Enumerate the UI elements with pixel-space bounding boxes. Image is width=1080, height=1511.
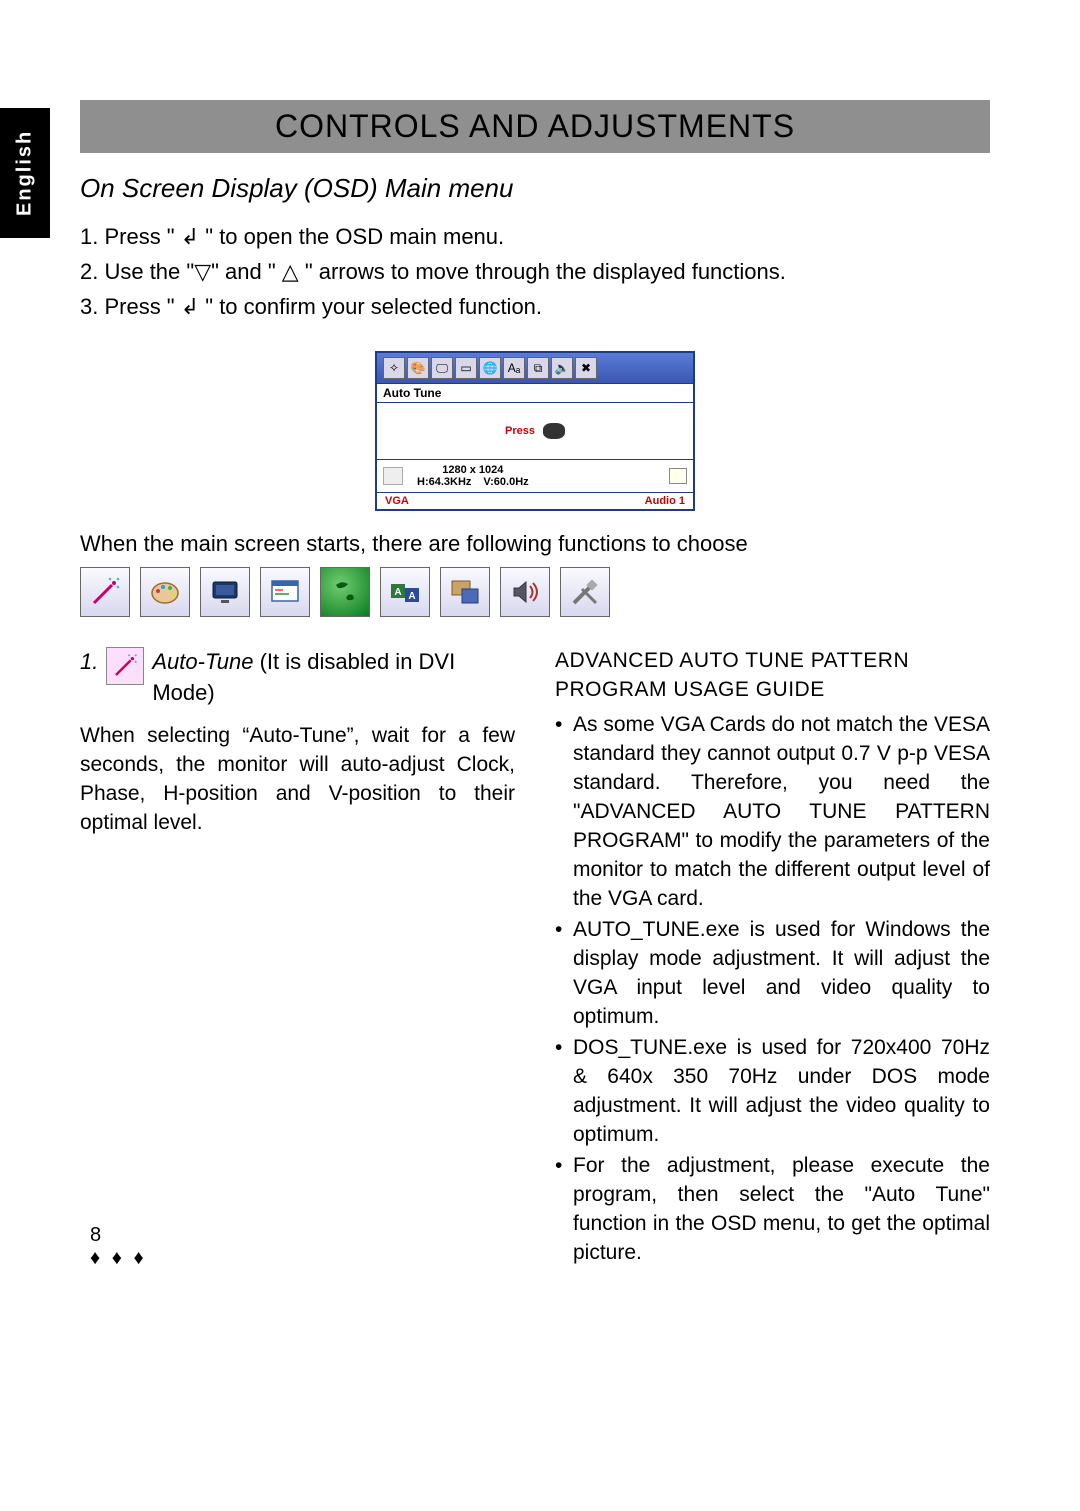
osd-resolution: 1280 x 1024	[442, 464, 503, 476]
osd-steps: 1. Press " ↲ " to open the OSD main menu…	[80, 220, 990, 323]
wand-icon	[106, 647, 144, 685]
osd-function-icon-row: AA	[80, 567, 990, 617]
item-title: Auto-Tune	[152, 649, 253, 674]
osd-selected-label: Auto Tune	[377, 383, 693, 403]
globe-icon: 🌐	[479, 357, 501, 379]
section-heading: CONTROLS AND ADJUSTMENTS	[90, 108, 980, 145]
tools-icon	[560, 567, 610, 617]
guide-bullet-list: As some VGA Cards do not match the VESA …	[555, 711, 990, 1267]
osd-status-bar: 1280 x 1024 H:64.3KHz V:60.0Hz	[377, 459, 693, 492]
window-icon: ▭	[455, 357, 477, 379]
pip-icon	[440, 567, 490, 617]
page-number: 8	[90, 1224, 147, 1247]
osd-source-bar: VGA Audio 1	[377, 492, 693, 509]
wand-icon: ✧	[383, 357, 405, 379]
osd-icon-bar: ✧ 🎨 🖵 ▭ 🌐 Aₐ ⧉ 🔈 ✖	[377, 353, 693, 383]
step-3: 3. Press " ↲ " to confirm your selected …	[80, 290, 990, 323]
palette-icon: 🎨	[407, 357, 429, 379]
status-thumb-icon	[383, 467, 403, 485]
aa-boxes-icon: Aₐ	[503, 357, 525, 379]
osd-source-left: VGA	[385, 495, 409, 507]
footer-ornament: ♦ ♦ ♦	[90, 1247, 147, 1270]
pip-icon: ⧉	[527, 357, 549, 379]
subsection-heading: On Screen Display (OSD) Main menu	[80, 173, 990, 204]
right-column: ADVANCED AUTO TUNE PATTERN PROGRAM USAGE…	[555, 647, 990, 1269]
palette-icon	[140, 567, 190, 617]
monitor-icon: 🖵	[431, 357, 453, 379]
functions-intro-text: When the main screen starts, there are f…	[80, 531, 990, 557]
guide-bullet: For the adjustment, please execute the p…	[555, 1152, 990, 1268]
aa-boxes-icon: AA	[380, 567, 430, 617]
left-column: 1. Auto-Tune (It is disabled in DVI Mode…	[80, 647, 515, 1269]
guide-heading: ADVANCED AUTO TUNE PATTERN PROGRAM USAGE…	[555, 647, 990, 705]
guide-bullet: DOS_TUNE.exe is used for 720x400 70Hz & …	[555, 1034, 990, 1150]
osd-source-right: Audio 1	[645, 495, 685, 507]
auto-tune-description: When selecting “Auto-Tune”, wait for a f…	[80, 722, 515, 838]
enter-icon	[543, 423, 565, 439]
osd-vfreq: V:60.0Hz	[483, 476, 528, 488]
item-number: 1.	[80, 647, 98, 677]
window-icon	[260, 567, 310, 617]
speaker-icon: 🔈	[551, 357, 573, 379]
speaker-icon	[500, 567, 550, 617]
globe-icon	[320, 567, 370, 617]
tools-icon: ✖	[575, 357, 597, 379]
step-2: 2. Use the "▽" and " △ " arrows to move …	[80, 255, 990, 288]
press-label: Press	[505, 425, 535, 437]
guide-bullet: AUTO_TUNE.exe is used for Windows the di…	[555, 916, 990, 1032]
section-heading-bar: CONTROLS AND ADJUSTMENTS	[80, 100, 990, 153]
step-1: 1. Press " ↲ " to open the OSD main menu…	[80, 220, 990, 253]
guide-bullet: As some VGA Cards do not match the VESA …	[555, 711, 990, 914]
svg-text:A: A	[408, 591, 415, 602]
osd-hfreq: H:64.3KHz	[417, 476, 471, 488]
page-footer: 8 ♦ ♦ ♦	[90, 1224, 147, 1270]
wand-icon	[80, 567, 130, 617]
svg-text:A: A	[394, 587, 401, 598]
osd-press-area: Press	[377, 403, 693, 459]
monitor-icon	[200, 567, 250, 617]
status-speaker-icon	[669, 468, 687, 484]
osd-window: ✧ 🎨 🖵 ▭ 🌐 Aₐ ⧉ 🔈 ✖ Auto Tune Press 1280 …	[375, 351, 695, 511]
